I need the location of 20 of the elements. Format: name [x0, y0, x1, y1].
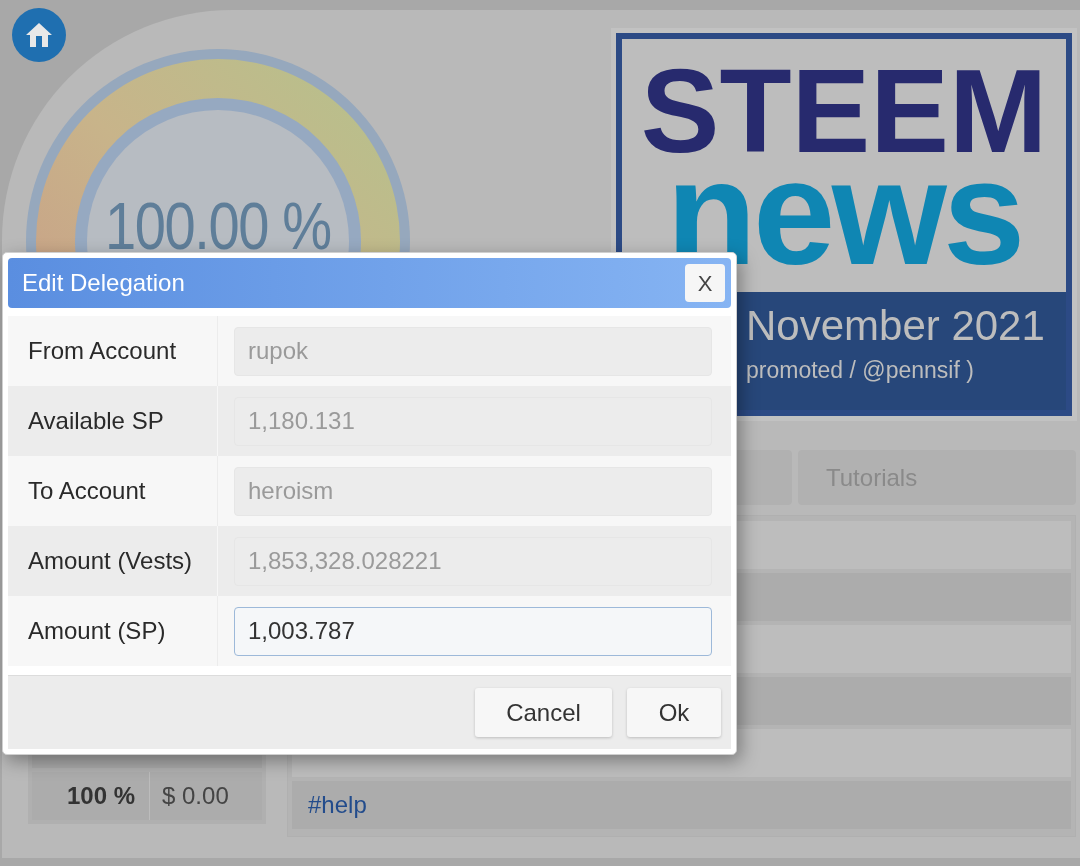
percent-cell-text: 100 % — [66, 781, 135, 811]
banner-subtitle: news — [666, 161, 1022, 265]
amount-cell-text: $ 0.00 — [162, 781, 229, 811]
banner-title: STEEM — [640, 61, 1048, 162]
field-label: Amount (Vests) — [28, 546, 193, 576]
field-label: Amount (SP) — [28, 616, 166, 646]
field-label: From Account — [28, 336, 177, 366]
dialog-title: Edit Delegation — [22, 268, 185, 298]
dialog-button[interactable]: Cancel — [475, 688, 612, 737]
home-icon — [25, 22, 53, 48]
gauge-reading: 100.00 % — [105, 193, 331, 259]
home-button[interactable] — [12, 8, 66, 62]
field-label: Available SP — [28, 406, 164, 436]
banner-credit: promoted / @pennsif ) — [746, 356, 975, 385]
field-label: To Account — [28, 476, 146, 506]
close-button[interactable]: X — [685, 264, 725, 302]
banner-date: November 2021 — [746, 301, 1046, 351]
dialog-button[interactable]: Ok — [627, 688, 721, 737]
tag-link[interactable]: #help — [308, 787, 367, 823]
input-field[interactable]: 1,003.787 — [234, 606, 712, 656]
